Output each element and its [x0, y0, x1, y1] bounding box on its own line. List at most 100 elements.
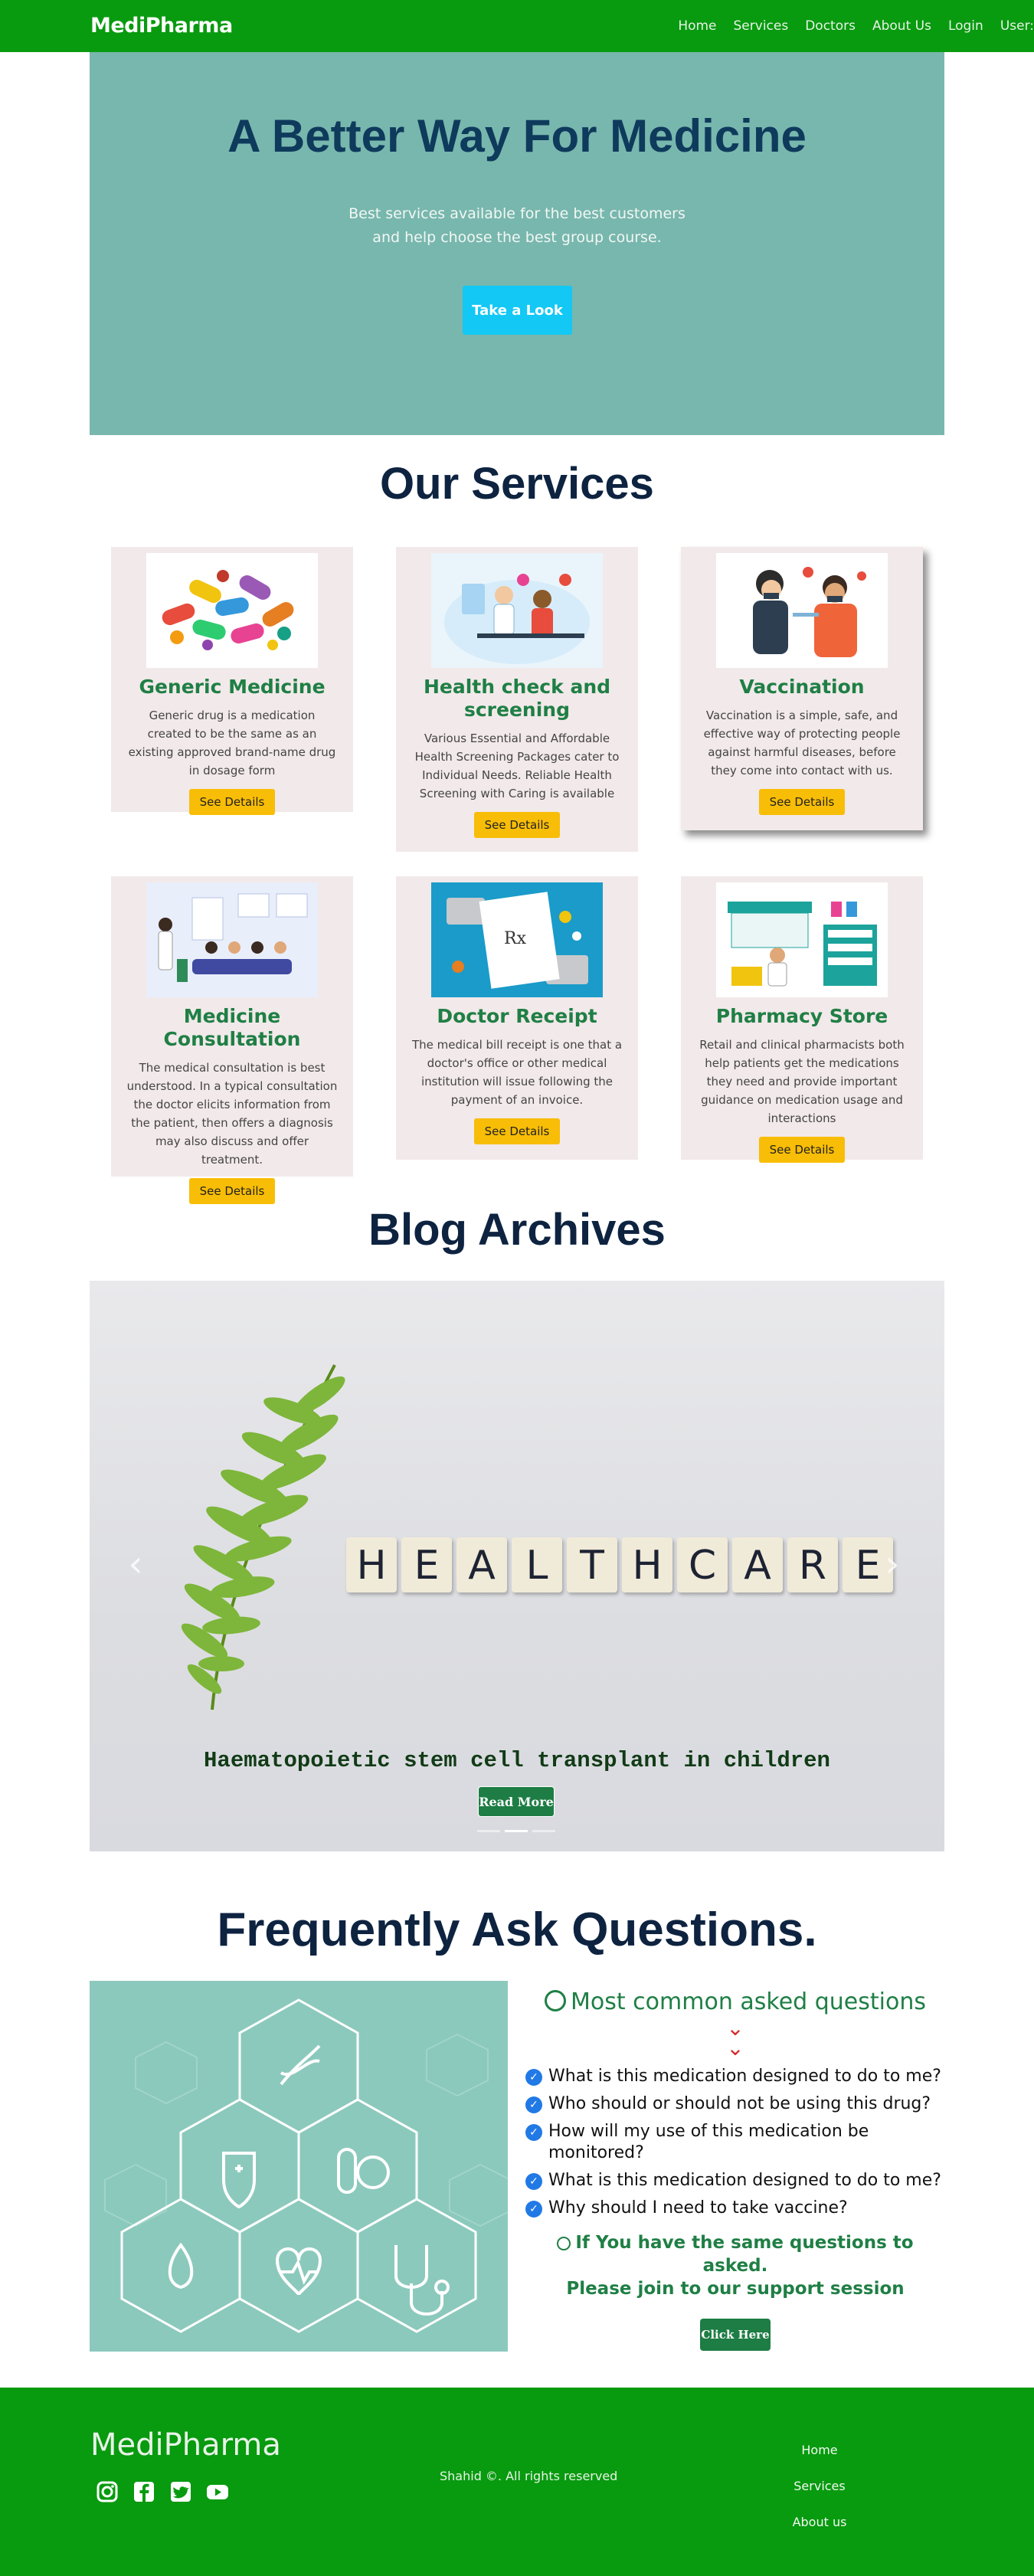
see-details-button[interactable]: See Details [188, 1178, 276, 1204]
check-circle-icon: ✓ [525, 2069, 542, 2086]
navbar: MediPharma Home Services Doctors About U… [0, 0, 1034, 52]
see-details-button[interactable]: See Details [758, 789, 846, 815]
letter-tile: L [512, 1537, 562, 1592]
footer-links: Home Services About us [766, 2443, 873, 2551]
faq-title: Frequently Ask Questions. [217, 1903, 817, 1956]
facebook-icon[interactable] [132, 2479, 156, 2504]
carousel-indicators [477, 1830, 555, 1832]
social-links [95, 2479, 230, 2504]
footer-link-home[interactable]: Home [766, 2443, 873, 2457]
card-title: Health check and screening [423, 676, 611, 721]
footer-link-about[interactable]: About us [766, 2515, 873, 2529]
blog-carousel: H E A L T H C A R E ‹ › Haematopoietic s… [90, 1281, 944, 1851]
service-card-pharmacy-store: Pharmacy Store Retail and clinical pharm… [681, 876, 923, 1163]
hero-subtitle-line2: and help choose the best group course. [372, 229, 662, 246]
card-text: Generic drug is a medication created to … [128, 709, 336, 777]
service-card-vaccination: Vaccination Vaccination is a simple, saf… [681, 547, 923, 830]
faq-item[interactable]: ✓ How will my use of this medication be m… [525, 2121, 945, 2164]
card-text: Various Essential and Affordable Health … [414, 732, 620, 800]
service-card-health-check: Health check and screening Various Essen… [396, 547, 638, 852]
card-title: Vaccination [739, 676, 865, 698]
nav-link-user[interactable]: User: [1000, 18, 1034, 34]
chevron-down-icon: ⌄ ⌄ [726, 2016, 744, 2060]
letter-tile: A [456, 1537, 507, 1592]
letter-tile: A [732, 1537, 783, 1592]
copyright-text: Shahid ©. All rights reserved [440, 2469, 618, 2483]
footer-link-services[interactable]: Services [766, 2479, 873, 2493]
hero-subtitle-line1: Best services available for the best cus… [348, 205, 686, 222]
brand-logo[interactable]: MediPharma [90, 14, 233, 38]
faq-question: Who should or should not be using this d… [548, 2094, 931, 2113]
pills-image [146, 553, 318, 668]
faq-list: ✓ What is this medication designed to do … [525, 2066, 945, 2219]
read-more-button[interactable]: Read More [478, 1786, 555, 1817]
footer: MediPharma Shahid ©. All rights reserved… [0, 2388, 1034, 2576]
letter-tile: T [567, 1537, 617, 1592]
receipt-image: Rx [431, 882, 603, 997]
faq-join-text: If You have the same questions to asked.… [525, 2231, 945, 2300]
vaccination-image [716, 553, 888, 668]
skype-icon [557, 2236, 571, 2250]
instagram-icon[interactable] [95, 2479, 119, 2504]
nav-link-doctors[interactable]: Doctors [805, 18, 856, 34]
carousel-indicator-active[interactable] [505, 1830, 528, 1832]
carousel-next-icon[interactable]: › [877, 1533, 908, 1595]
carousel-indicator[interactable] [532, 1830, 555, 1832]
medical-hexagon-image [90, 1981, 508, 2352]
check-circle-icon: ✓ [525, 2201, 542, 2218]
faq-question: How will my use of this medication be mo… [548, 2122, 869, 2162]
take-a-look-button[interactable]: Take a Look [463, 286, 572, 335]
nav-link-home[interactable]: Home [678, 18, 716, 34]
card-title: Medicine Consultation [163, 1005, 301, 1050]
faq-question: Why should I need to take vaccine? [548, 2198, 848, 2218]
nav-link-about[interactable]: About Us [872, 18, 931, 34]
card-text: Vaccination is a simple, safe, and effec… [703, 709, 901, 777]
letter-tile: H [346, 1537, 397, 1592]
blog-title: Blog Archives [368, 1205, 666, 1255]
faq-heading: Most common asked questions [525, 1988, 945, 2015]
faq-question: What is this medication designed to do t… [548, 2067, 941, 2086]
service-card-medicine-consultation: Medicine Consultation The medical consul… [111, 876, 353, 1204]
check-circle-icon: ✓ [525, 2173, 542, 2190]
letter-tile: R [787, 1537, 838, 1592]
nav-links: Home Services Doctors About Us Login Use… [651, 18, 1034, 34]
faq-item[interactable]: ✓ What is this medication designed to do … [525, 2066, 945, 2087]
pharmacy-store-image [716, 882, 888, 997]
healthcare-tiles: H E A L T H C A R E [346, 1537, 893, 1592]
carousel-caption: Haematopoietic stem cell transplant in c… [204, 1748, 830, 1773]
nav-link-services[interactable]: Services [734, 18, 789, 34]
card-text: The medical bill receipt is one that a d… [411, 1038, 623, 1107]
twitter-icon[interactable] [169, 2479, 193, 2504]
see-details-button[interactable]: See Details [758, 1137, 846, 1163]
health-check-image [431, 553, 603, 668]
service-card-doctor-receipt: Rx Doctor Receipt The medical bill recei… [396, 876, 638, 1160]
card-text: The medical consultation is best underst… [126, 1061, 338, 1167]
faq-heading-text: Most common asked questions [571, 1988, 926, 2015]
letter-tile: C [677, 1537, 728, 1592]
carousel-prev-icon[interactable]: ‹ [120, 1533, 151, 1595]
see-details-button[interactable]: See Details [473, 1118, 561, 1144]
card-title: Pharmacy Store [715, 1005, 888, 1027]
svg-text:Rx: Rx [504, 929, 527, 948]
youtube-icon[interactable] [205, 2479, 230, 2504]
hero-banner: A Better Way For Medicine Best services … [90, 52, 944, 435]
faq-item[interactable]: ✓ Why should I need to take vaccine? [525, 2198, 945, 2219]
card-title: Generic Medicine [139, 676, 326, 698]
letter-tile: H [622, 1537, 672, 1592]
faq-item[interactable]: ✓ Who should or should not be using this … [525, 2093, 945, 2115]
letter-tile: E [401, 1537, 452, 1592]
faq-join-line2: Please join to our support session [566, 2279, 905, 2299]
faq-item[interactable]: ✓ What is this medication designed to do … [525, 2170, 945, 2191]
nav-link-login[interactable]: Login [948, 18, 983, 34]
click-here-button[interactable]: Click Here [700, 2319, 771, 2351]
card-title: Doctor Receipt [437, 1005, 597, 1027]
check-circle-icon: ✓ [525, 2124, 542, 2141]
carousel-indicator[interactable] [477, 1830, 500, 1832]
faq-panel: Most common asked questions ⌄ ⌄ ✓ What is … [525, 1984, 945, 2351]
faq-join-line1: If You have the same questions to asked. [575, 2233, 914, 2276]
consultation-image [146, 882, 318, 997]
see-details-button[interactable]: See Details [188, 789, 276, 815]
see-details-button[interactable]: See Details [473, 812, 561, 838]
service-card-generic-medicine: Generic Medicine Generic drug is a medic… [111, 547, 353, 815]
headset-icon [545, 1989, 567, 2011]
